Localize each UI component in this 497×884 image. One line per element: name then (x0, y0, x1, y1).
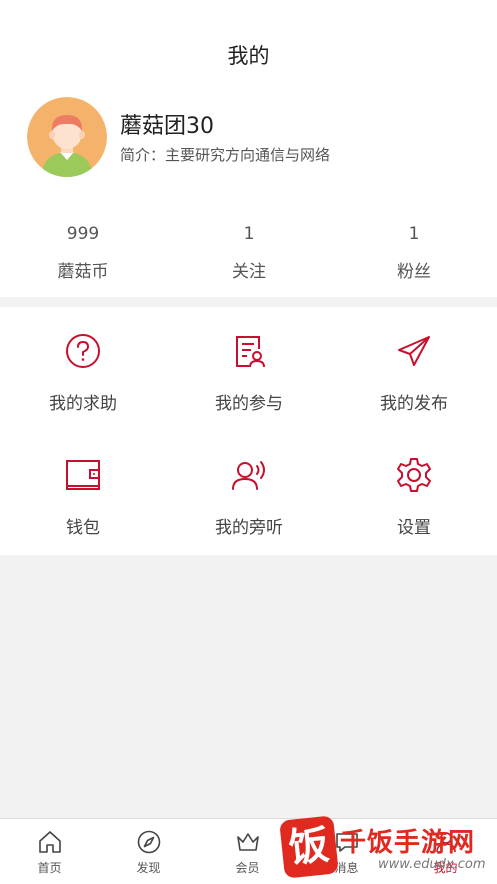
menu-item-my-audit[interactable]: 我的旁听 (166, 455, 332, 538)
stat-fans[interactable]: 1 粉丝 (331, 224, 497, 282)
menu-item-label: 我的旁听 (215, 518, 283, 538)
menu-item-my-participation[interactable]: 我的参与 (166, 331, 332, 414)
page-title: 我的 (227, 44, 270, 68)
tab-home[interactable]: 首页 (0, 829, 99, 876)
menu-grid: 我的求助 我的参与 我的发布 钱包 我的旁听 设置 (0, 307, 497, 555)
document-user-icon (229, 331, 269, 371)
tab-discover[interactable]: 发现 (99, 829, 198, 876)
menu-item-label: 我的求助 (49, 394, 117, 414)
stat-coins-label: 蘑菇币 (57, 262, 109, 282)
stat-fans-label: 粉丝 (397, 262, 431, 282)
menu-item-my-help[interactable]: 我的求助 (0, 331, 166, 414)
profile-name: 蘑菇团30 (120, 114, 214, 139)
stat-following-label: 关注 (232, 262, 266, 282)
crown-icon (235, 829, 261, 855)
watermark-logo: 饭 千饭手游网 www.edudx.com (278, 812, 497, 883)
menu-item-label: 我的参与 (215, 394, 283, 414)
menu-item-label: 设置 (397, 518, 431, 538)
stat-fans-value: 1 (408, 224, 420, 244)
menu-item-wallet[interactable]: 钱包 (0, 455, 166, 538)
profile-header-section: 我的 蘑菇团30 简介：主要研究方向通信与网络 999 蘑菇币 1 关注 1 粉… (0, 0, 497, 297)
watermark-url: www.edudx.com (378, 857, 486, 872)
menu-item-settings[interactable]: 设置 (331, 455, 497, 538)
profile-screen: 我的 蘑菇团30 简介：主要研究方向通信与网络 999 蘑菇币 1 关注 1 粉… (0, 0, 497, 884)
user-listen-icon (229, 455, 269, 495)
stat-following[interactable]: 1 关注 (166, 224, 332, 282)
stat-coins[interactable]: 999 蘑菇币 (0, 224, 166, 282)
menu-item-my-posts[interactable]: 我的发布 (331, 331, 497, 414)
menu-item-label: 我的发布 (380, 394, 448, 414)
home-icon (37, 829, 63, 855)
stat-following-value: 1 (243, 224, 255, 244)
wallet-icon (63, 455, 103, 495)
avatar[interactable] (27, 97, 107, 177)
watermark-char: 饭 (279, 815, 339, 879)
stat-coins-value: 999 (66, 224, 100, 244)
tab-discover-label: 发现 (136, 861, 161, 875)
tab-home-label: 首页 (37, 861, 62, 875)
question-circle-icon (63, 331, 103, 371)
compass-icon (136, 829, 162, 855)
profile-bio: 简介：主要研究方向通信与网络 (120, 146, 331, 164)
paper-plane-icon (394, 331, 434, 371)
watermark-text: 千饭手游网 (340, 828, 476, 858)
gear-icon (394, 455, 434, 495)
menu-item-label: 钱包 (66, 518, 100, 538)
